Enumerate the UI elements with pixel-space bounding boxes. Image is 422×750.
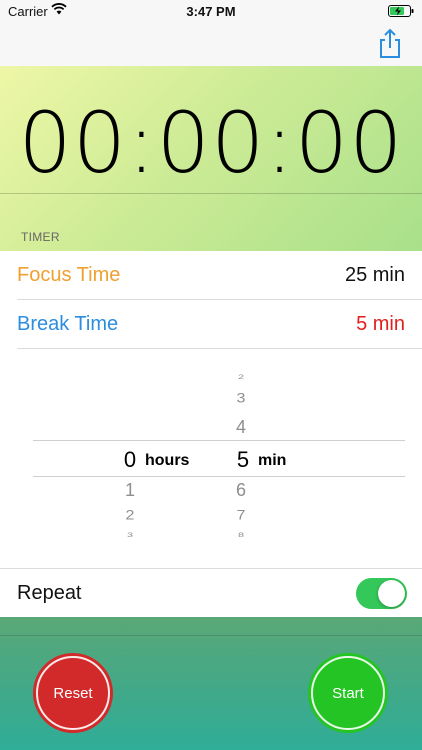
share-icon xyxy=(380,28,400,58)
picker-hours-selected[interactable]: 0 xyxy=(115,447,145,473)
navigation-bar xyxy=(0,22,422,66)
picker-minutes-option[interactable]: 2 xyxy=(226,373,256,380)
repeat-toggle[interactable] xyxy=(356,578,407,609)
repeat-row: Repeat xyxy=(0,568,422,617)
duration-picker[interactable]: 2 3 4 0 hours 5 min 1 2 3 6 7 8 xyxy=(0,349,422,568)
picker-hours-option[interactable]: 2 xyxy=(115,508,145,523)
timer-panel: 00:00:00 TIMER xyxy=(0,66,422,251)
picker-minutes-option[interactable]: 4 xyxy=(226,417,256,438)
focus-time-label: Focus Time xyxy=(17,264,121,286)
picker-selection-bottom-line xyxy=(33,476,405,477)
picker-minutes-option[interactable]: 6 xyxy=(226,480,256,501)
repeat-label: Repeat xyxy=(17,582,82,604)
controls-panel: Reset Start xyxy=(0,617,422,750)
break-time-label: Break Time xyxy=(17,313,119,335)
share-button[interactable] xyxy=(376,28,404,60)
status-bar: Carrier 3:47 PM xyxy=(0,0,422,22)
picker-minutes-unit: min xyxy=(258,452,287,469)
battery-charging-icon xyxy=(388,5,414,20)
focus-time-value: 25 min xyxy=(344,264,405,286)
picker-minutes-selected[interactable]: 5 xyxy=(228,447,258,473)
picker-hours-unit: hours xyxy=(145,452,190,469)
break-time-row[interactable]: Break Time 5 min xyxy=(0,300,422,349)
break-time-value: 5 min xyxy=(356,313,405,335)
section-header: TIMER xyxy=(21,230,60,244)
status-time: 3:47 PM xyxy=(186,4,236,19)
toggle-knob xyxy=(378,580,405,607)
timer-display: 00:00:00 xyxy=(18,94,404,192)
picker-selection-top-line xyxy=(33,440,405,441)
picker-hours-option[interactable]: 3 xyxy=(115,531,145,538)
picker-hours-option[interactable]: 1 xyxy=(115,480,145,501)
start-button[interactable]: Start xyxy=(308,653,388,733)
timer-divider xyxy=(0,193,422,194)
picker-minutes-option[interactable]: 7 xyxy=(226,508,256,523)
panel-divider xyxy=(0,635,422,636)
reset-button[interactable]: Reset xyxy=(33,653,113,733)
picker-minutes-option[interactable]: 3 xyxy=(226,391,256,406)
reset-button-label: Reset xyxy=(53,684,93,702)
picker-minutes-option[interactable]: 8 xyxy=(226,531,256,538)
focus-time-row[interactable]: Focus Time 25 min xyxy=(0,251,422,300)
start-button-label: Start xyxy=(332,684,364,702)
